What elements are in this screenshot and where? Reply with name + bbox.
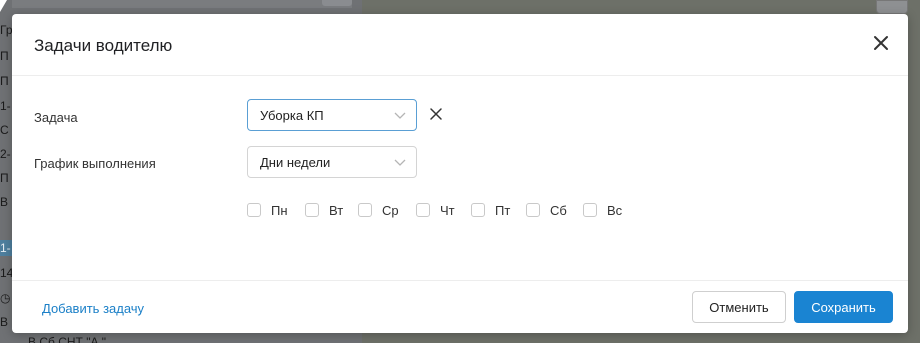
schedule-select[interactable]: Дни недели	[247, 146, 417, 178]
weekday-sat[interactable]: Сб	[526, 202, 567, 218]
dialog-footer: Добавить задачу Отменить Сохранить	[12, 280, 908, 333]
save-button[interactable]: Сохранить	[794, 291, 893, 323]
background-button	[322, 0, 352, 6]
chevron-down-icon	[394, 112, 406, 119]
background-bottom-text: В Сб СНТ "А "	[28, 335, 107, 343]
schedule-select-value: Дни недели	[260, 155, 331, 170]
weekday-label: Сб	[550, 202, 567, 218]
weekday-wed[interactable]: Ср	[358, 202, 399, 218]
weekday-label: Пн	[271, 202, 288, 218]
checkbox[interactable]	[305, 203, 319, 217]
close-icon	[430, 108, 442, 120]
weekday-label: Вс	[607, 202, 623, 218]
add-task-link[interactable]: Добавить задачу	[42, 301, 144, 316]
weekday-mon[interactable]: Пн	[247, 202, 288, 218]
checkbox[interactable]	[471, 203, 485, 217]
weekday-sun[interactable]: Вс	[583, 202, 622, 218]
task-select-value: Уборка КП	[260, 108, 324, 123]
close-dialog-button[interactable]	[870, 32, 892, 54]
weekday-tue[interactable]: Вт	[305, 202, 343, 218]
close-icon	[874, 36, 888, 50]
checkbox[interactable]	[416, 203, 430, 217]
checkbox[interactable]	[247, 203, 261, 217]
weekday-label: Вт	[329, 202, 344, 218]
schedule-label: График выполнения	[34, 156, 156, 171]
weekday-label: Пт	[495, 202, 511, 218]
weekday-thu[interactable]: Чт	[416, 202, 455, 218]
chevron-down-icon	[394, 159, 406, 166]
dialog-header: Задачи водителю	[12, 14, 908, 76]
task-select[interactable]: Уборка КП	[247, 99, 417, 131]
task-label: Задача	[34, 110, 78, 125]
checkbox[interactable]	[358, 203, 372, 217]
checkbox[interactable]	[526, 203, 540, 217]
background-map-button	[876, 0, 908, 14]
weekday-label: Ср	[382, 202, 399, 218]
checkbox[interactable]	[583, 203, 597, 217]
dialog-title: Задачи водителю	[34, 36, 173, 55]
driver-tasks-dialog: Задачи водителю Задача Уборка КП График …	[12, 14, 908, 333]
mouse-cursor-icon	[0, 0, 7, 12]
weekday-label: Чт	[440, 202, 455, 218]
weekday-fri[interactable]: Пт	[471, 202, 510, 218]
cancel-button[interactable]: Отменить	[692, 291, 786, 323]
clear-task-button[interactable]	[429, 107, 443, 121]
background-toolbar	[12, 0, 352, 8]
